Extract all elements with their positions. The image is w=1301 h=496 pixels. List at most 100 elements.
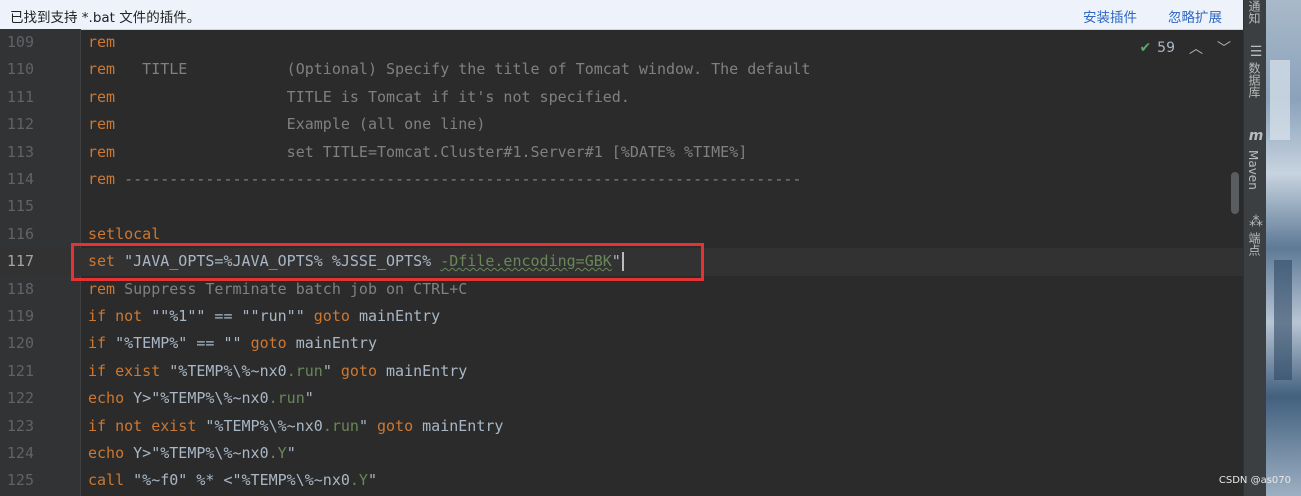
code-token: .Y — [268, 444, 287, 462]
code-text: rem TITLE is Tomcat if it's not specifie… — [88, 84, 630, 111]
code-line[interactable]: 114 rem ---------------------------------… — [0, 166, 1243, 193]
code-line[interactable]: 119 if not ""%1"" == ""run"" goto mainEnt… — [0, 303, 1243, 330]
code-token: set TITLE=Tomcat.Cluster#1.Server#1 [%DA… — [115, 142, 748, 161]
ignore-extension-link[interactable]: 忽略扩展 — [1168, 6, 1222, 26]
code-token: TITLE (Optional) Specify the title of To… — [115, 60, 811, 79]
tab-maven[interactable]: Maven — [1246, 150, 1260, 190]
code-line[interactable]: 109 rem — [0, 29, 1243, 56]
code-line[interactable]: 111 rem TITLE is Tomcat if it's not speci… — [0, 84, 1243, 111]
code-line[interactable]: 123 if not exist "%TEMP%\%~nx0.run" goto … — [0, 413, 1243, 440]
plugin-suggestion-banner: 已找到支持 *.bat 文件的插件。 安装插件 忽略扩展 — [0, 0, 1243, 30]
wallpaper-shape — [1274, 260, 1292, 380]
code-token: goto — [250, 334, 296, 353]
line-number: 113 — [6, 142, 34, 161]
line-number: 125 — [6, 471, 34, 490]
code-token: rem — [88, 142, 116, 161]
code-text: if not ""%1"" == ""run"" goto mainEntry — [88, 303, 440, 330]
check-icon: ✔ — [1139, 40, 1152, 56]
desktop-wallpaper — [1266, 0, 1301, 496]
line-number: 119 — [6, 307, 34, 325]
line-number: 117 — [6, 252, 34, 271]
code-line[interactable]: 121 if exist "%TEMP%\%~nx0.run" goto main… — [0, 358, 1243, 385]
code-token: rem — [88, 115, 116, 134]
code-token: if — [88, 334, 116, 353]
code-token: if exist — [88, 361, 170, 380]
line-number: 122 — [6, 389, 34, 408]
vertical-scrollbar[interactable] — [1227, 29, 1241, 496]
line-number: 123 — [6, 416, 34, 435]
tab-endpoints[interactable]: 端点 — [1246, 232, 1263, 256]
code-token: rem — [88, 170, 116, 188]
code-text: rem TITLE (Optional) Specify the title o… — [88, 56, 810, 83]
code-token: if not — [88, 307, 152, 325]
line-number: 115 — [6, 197, 34, 216]
code-token: if not exist — [88, 416, 206, 435]
code-token: " — [322, 361, 341, 380]
line-number: 110 — [6, 60, 34, 79]
scrollbar-thumb[interactable] — [1231, 172, 1239, 214]
code-text: rem Example (all one line) — [88, 111, 485, 138]
code-line[interactable]: 122 echo Y>"%TEMP%\%~nx0.run" — [0, 385, 1243, 412]
code-token: "%TEMP%\%~nx0 — [169, 361, 287, 380]
code-token: mainEntry — [422, 416, 504, 435]
code-token: mainEntry — [386, 361, 468, 380]
code-text: rem — [88, 29, 115, 56]
code-text: echo Y>"%TEMP%\%~nx0.Y" — [88, 440, 296, 467]
code-line[interactable]: 113 rem set TITLE=Tomcat.Cluster#1.Server… — [0, 139, 1243, 166]
code-token: " — [358, 416, 377, 435]
code-token: rem — [88, 33, 116, 51]
code-line[interactable]: 112 rem Example (all one line) — [0, 111, 1243, 138]
line-number: 109 — [6, 33, 34, 51]
code-token: .run — [322, 416, 359, 435]
line-number: 121 — [6, 361, 34, 380]
code-token: "%TEMP%" == "" — [115, 334, 251, 353]
code-text: echo Y>"%TEMP%\%~nx0.run" — [88, 385, 314, 412]
line-number: 120 — [6, 334, 34, 353]
line-number: 114 — [6, 170, 34, 188]
code-token: setlocal — [88, 224, 161, 243]
code-line[interactable]: 110 rem TITLE (Optional) Specify the titl… — [0, 56, 1243, 83]
line-number: 124 — [6, 444, 34, 462]
tab-database[interactable]: 数据库 — [1246, 62, 1263, 98]
code-token: " — [304, 389, 314, 408]
horizontal-scrollbar[interactable] — [81, 486, 1227, 496]
line-number: 111 — [6, 87, 34, 106]
code-text: if exist "%TEMP%\%~nx0.run" goto mainEnt… — [88, 358, 467, 385]
watermark: CSDN @as070 — [1218, 475, 1291, 486]
code-token: mainEntry — [295, 334, 377, 353]
code-token: " — [286, 444, 296, 462]
install-plugin-link[interactable]: 安装插件 — [1083, 6, 1137, 26]
code-text: rem set TITLE=Tomcat.Cluster#1.Server#1 … — [88, 139, 747, 166]
code-token: TITLE is Tomcat if it's not specified. — [115, 87, 630, 106]
line-number: 118 — [6, 279, 34, 298]
code-line[interactable]: 120 if "%TEMP%" == "" goto mainEntry — [0, 330, 1243, 357]
code-token: Y>"%TEMP%\%~nx0 — [133, 389, 269, 408]
inspection-widget[interactable]: ✔ 59 ︿ ﹀ — [1139, 38, 1231, 58]
code-line[interactable]: 115 — [0, 193, 1243, 220]
right-tool-strip: 通知 ☰ 数据库 m Maven ⁂ 端点 — [1243, 0, 1267, 496]
code-token: ----------------------------------------… — [115, 170, 802, 188]
chevron-up-icon[interactable]: ︿ — [1189, 38, 1203, 58]
code-token: rem — [88, 87, 116, 106]
line-number: 116 — [6, 224, 34, 243]
code-token: goto — [313, 307, 359, 325]
code-token: .run — [268, 389, 305, 408]
code-token: echo — [88, 444, 134, 462]
code-token: Example (all one line) — [115, 115, 486, 134]
code-token: goto — [377, 416, 423, 435]
maven-icon[interactable]: m — [1248, 128, 1264, 144]
line-number: 112 — [6, 115, 34, 134]
code-token: echo — [88, 389, 134, 408]
code-token: .run — [286, 361, 323, 380]
code-token: mainEntry — [358, 307, 441, 325]
tab-notifications[interactable]: 通知 — [1246, 0, 1263, 24]
code-text: if "%TEMP%" == "" goto mainEntry — [88, 330, 377, 357]
code-token: rem — [88, 279, 116, 298]
database-icon[interactable]: ☰ — [1248, 44, 1264, 60]
endpoints-icon[interactable]: ⁂ — [1248, 214, 1264, 230]
code-text: if not exist "%TEMP%\%~nx0.run" goto mai… — [88, 413, 503, 440]
code-token: rem — [88, 60, 116, 79]
code-token: Y>"%TEMP%\%~nx0 — [133, 444, 269, 462]
annotation-highlight-box — [71, 243, 704, 281]
code-line[interactable]: 124 echo Y>"%TEMP%\%~nx0.Y" — [0, 440, 1243, 467]
